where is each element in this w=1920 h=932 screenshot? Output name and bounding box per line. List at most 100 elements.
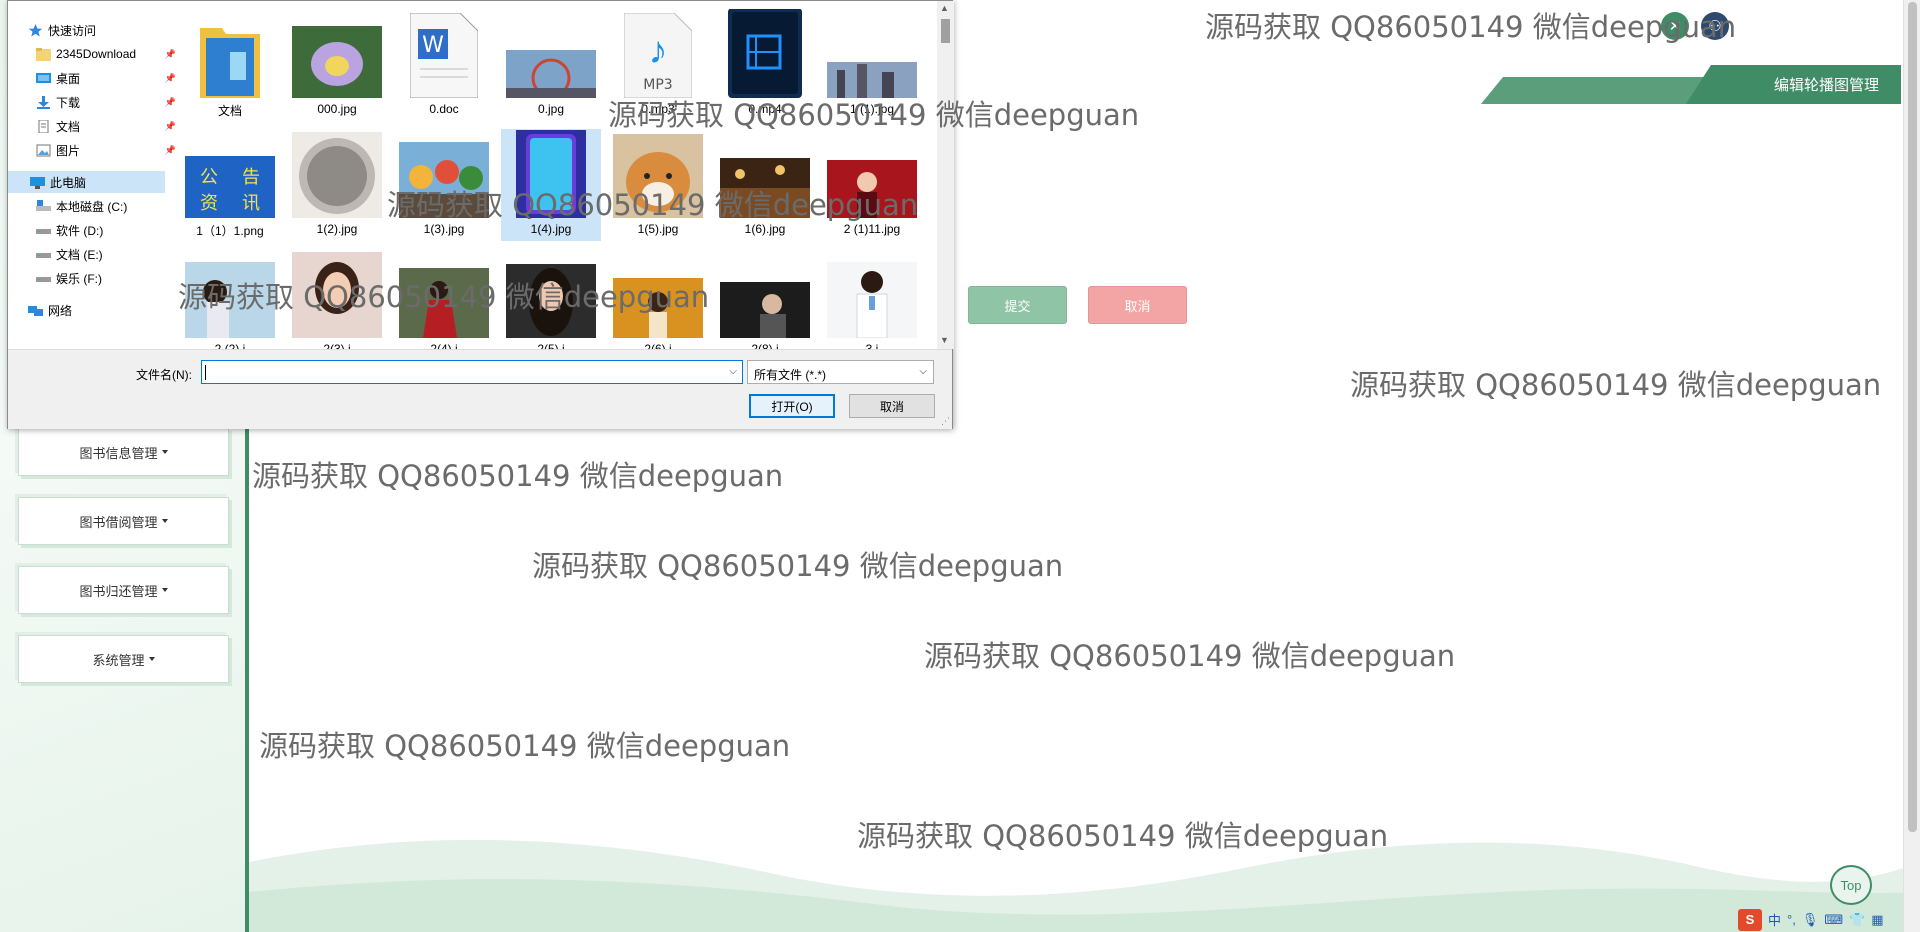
file-item[interactable]: 2 (2).j: [180, 249, 280, 349]
dog-image: [613, 133, 703, 218]
drive-icon: [36, 272, 51, 285]
filetype-select[interactable]: 所有文件 (*.*) ⌵: [747, 360, 934, 384]
dialog-footer: 文件名(N): ⌵ 所有文件 (*.*) ⌵ 打开(O) 取消 ⋰: [8, 349, 952, 429]
svg-text:♪: ♪: [649, 30, 668, 72]
sidebar-menu-item[interactable]: 图书信息管理: [18, 428, 229, 476]
toolbox-icon[interactable]: ▦: [1871, 912, 1883, 928]
city-image: [827, 13, 917, 98]
file-item[interactable]: 文档: [180, 9, 280, 121]
file-item[interactable]: 1(4).jpg: [501, 129, 601, 241]
file-item[interactable]: 2(5).j: [501, 249, 601, 349]
microphone-icon[interactable]: 🎙: [1802, 912, 1819, 928]
nav-item[interactable]: 图片 📌: [36, 139, 176, 161]
scroll-down-icon[interactable]: ▼: [940, 335, 949, 345]
pin-icon[interactable]: 📌: [165, 97, 176, 108]
file-item[interactable]: 0.jpg: [501, 9, 601, 121]
file-name: 2 (1)11.jpg: [843, 222, 901, 236]
file-item[interactable]: 2(6).j: [608, 249, 708, 349]
phone-image: [506, 130, 596, 218]
nav-item[interactable]: 文档 (E:): [36, 243, 176, 265]
file-item[interactable]: 2 (1)11.jpg: [822, 129, 922, 241]
file-name: 1(6).jpg: [744, 222, 786, 236]
pin-icon[interactable]: 📌: [165, 121, 176, 132]
video-icon: [720, 9, 810, 98]
submit-button[interactable]: 提交: [968, 286, 1067, 324]
file-item[interactable]: 0.mp4: [715, 9, 815, 121]
caret-down-icon: [161, 588, 168, 592]
punctuation-icon[interactable]: °,: [1787, 912, 1796, 927]
lang-indicator[interactable]: 中: [1768, 910, 1781, 929]
old-man-image: [720, 253, 810, 338]
svg-text:W: W: [422, 33, 444, 58]
nav-item[interactable]: 网络: [28, 299, 168, 321]
file-name: 1(4).jpg: [530, 222, 572, 236]
cancel-button[interactable]: 取消: [1088, 286, 1187, 324]
sidebar-menu-label: 图书信息管理: [79, 445, 158, 461]
drive-icon: [36, 224, 51, 237]
skin-icon[interactable]: 👕: [1849, 912, 1865, 928]
file-item[interactable]: 1(2).jpg: [287, 129, 387, 241]
file-name: 2(4).j: [430, 342, 458, 349]
sidebar-menu-item[interactable]: 图书归还管理: [18, 566, 229, 614]
file-name: 0.mp3: [641, 102, 675, 116]
chevron-down-icon[interactable]: ⌵: [729, 366, 737, 377]
nav-item[interactable]: 娱乐 (F:): [36, 267, 176, 289]
svg-text:讯: 讯: [242, 193, 260, 214]
file-name: 0.jpg: [537, 102, 565, 116]
ferris-image: [506, 13, 596, 98]
scroll-up-icon[interactable]: ▲: [940, 3, 949, 13]
open-button[interactable]: 打开(O): [749, 394, 835, 418]
resize-grip-icon[interactable]: ⋰: [941, 416, 950, 427]
nav-item[interactable]: 2345Download 📌: [36, 43, 176, 65]
close-avatar-icon[interactable]: ✕: [1661, 12, 1689, 40]
keyboard-icon[interactable]: ⌨: [1824, 912, 1843, 928]
nav-item[interactable]: 快速访问: [28, 19, 168, 41]
drive-c-icon: [36, 199, 51, 213]
file-item[interactable]: W 0.doc: [394, 9, 494, 121]
orange-image: [613, 253, 703, 338]
dialog-cancel-button[interactable]: 取消: [849, 394, 935, 418]
file-item[interactable]: 1 (1).jpg: [822, 9, 922, 121]
file-name: 1 (1).jpg: [849, 102, 895, 116]
file-item[interactable]: 1(5).jpg: [608, 129, 708, 241]
pin-icon[interactable]: 📌: [165, 49, 176, 60]
file-item[interactable]: 2(8).j: [715, 249, 815, 349]
nav-item[interactable]: 本地磁盘 (C:): [36, 195, 176, 217]
red-woman-image: [827, 133, 917, 218]
file-grid-scroll-thumb[interactable]: [941, 19, 950, 43]
chevron-down-icon[interactable]: ⌵: [919, 366, 927, 377]
file-item[interactable]: 3.j: [822, 249, 922, 349]
file-item[interactable]: 000.jpg: [287, 9, 387, 121]
pin-icon[interactable]: 📌: [165, 73, 176, 84]
file-grid-scrollbar[interactable]: ▲ ▼: [937, 1, 954, 349]
red-dress-image: [399, 253, 489, 338]
sogou-ime-icon[interactable]: S: [1738, 908, 1762, 931]
page-scrollbar[interactable]: [1903, 0, 1920, 932]
nav-item[interactable]: 文档 📌: [36, 115, 176, 137]
filename-label: 文件名(N):: [136, 368, 192, 382]
ime-tray: S 中 °, 🎙 ⌨ 👕 ▦: [1738, 907, 1908, 932]
page-scrollbar-thumb[interactable]: [1908, 2, 1917, 832]
filename-input[interactable]: ⌵: [201, 360, 743, 384]
sidebar-menu-item[interactable]: 系统管理: [18, 635, 229, 683]
file-name: 2(6).j: [644, 342, 672, 349]
file-item[interactable]: 1(6).jpg: [715, 129, 815, 241]
woman-image: [292, 252, 382, 338]
pin-icon[interactable]: 📌: [165, 145, 176, 156]
user-avatar-icon[interactable]: ⚇: [1701, 12, 1729, 40]
network-icon: [28, 304, 43, 317]
nav-item-label: 文档 (E:): [56, 247, 103, 262]
nav-item[interactable]: 桌面 📌: [36, 67, 176, 89]
file-item[interactable]: 2(3).j: [287, 249, 387, 349]
nav-item[interactable]: 软件 (D:): [36, 219, 176, 241]
file-item[interactable]: 公 告资 讯 1（1）1.png: [180, 129, 280, 241]
nav-item[interactable]: 此电脑: [8, 171, 165, 193]
file-item[interactable]: 2(4).j: [394, 249, 494, 349]
back-to-top-button[interactable]: Top: [1830, 865, 1872, 905]
file-item[interactable]: 1(3).jpg: [394, 129, 494, 241]
file-open-dialog: 快速访问 2345Download 📌 桌面 📌 下载 📌 文档 📌 图片 📌 此电脑 本地磁盘 (C:…: [7, 0, 954, 429]
file-item[interactable]: ♪ MP3 0.mp3: [608, 9, 708, 121]
sidebar-menu-item[interactable]: 图书借阅管理: [18, 497, 229, 545]
file-name: 0.doc: [429, 102, 459, 116]
nav-item[interactable]: 下载 📌: [36, 91, 176, 113]
